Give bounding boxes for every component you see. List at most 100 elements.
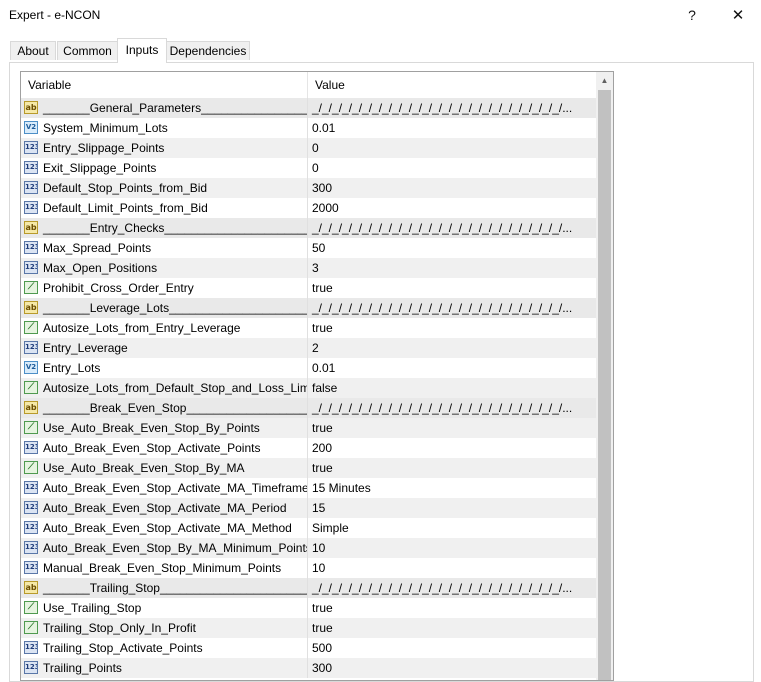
parameter-row[interactable]: 123 Max_Spread_Points 50	[21, 238, 598, 258]
bool-type-icon: ⟋	[24, 281, 38, 294]
integer-type-icon: 123	[24, 261, 38, 274]
title-bar: Expert - e-NCON ? ✕	[0, 0, 761, 31]
parameter-row[interactable]: V2 Entry_Lots 0.01	[21, 358, 598, 378]
value-cell[interactable]: 2000	[308, 198, 598, 218]
variable-cell: ⟋ Trailing_Stop_Only_In_Profit	[21, 618, 308, 638]
section-row[interactable]: ab _______Entry_Checks___________________…	[21, 218, 598, 238]
parameter-row[interactable]: 123 Manual_Break_Even_Stop_Minimum_Points…	[21, 558, 598, 578]
section-row[interactable]: ab _______General_Parameters_____________…	[21, 98, 598, 118]
parameter-row[interactable]: 123 Default_Stop_Points_from_Bid 300	[21, 178, 598, 198]
value-cell[interactable]: 15 Minutes	[308, 478, 598, 498]
value-cell[interactable]: 3	[308, 258, 598, 278]
parameter-row[interactable]: ⟋ Use_Auto_Break_Even_Stop_By_Points true	[21, 418, 598, 438]
variable-name: Auto_Break_Even_Stop_Activate_MA_Period	[43, 501, 287, 515]
section-row[interactable]: ab _______Leverage_Lots__________________…	[21, 298, 598, 318]
integer-type-icon: 123	[24, 481, 38, 494]
variable-cell: 123 Default_Stop_Points_from_Bid	[21, 178, 308, 198]
string-type-icon: ab	[24, 101, 38, 114]
value-cell[interactable]: 10	[308, 558, 598, 578]
parameter-row[interactable]: 123 Default_Limit_Points_from_Bid 2000	[21, 198, 598, 218]
string-type-icon: ab	[24, 401, 38, 414]
parameter-row[interactable]: 123 Auto_Break_Even_Stop_By_MA_Minimum_Po…	[21, 538, 598, 558]
value-cell[interactable]: _/_/_/_/_/_/_/_/_/_/_/_/_/_/_/_/_/_/_/_/…	[308, 218, 598, 238]
parameter-row[interactable]: 123 Auto_Break_Even_Stop_Activate_Points 2…	[21, 438, 598, 458]
tab-common[interactable]: Common	[57, 41, 118, 60]
parameter-row[interactable]: 123 Max_Open_Positions 3	[21, 258, 598, 278]
parameter-row[interactable]: ⟋ Use_Auto_Break_Even_Stop_By_MA true	[21, 458, 598, 478]
value-cell[interactable]: true	[308, 278, 598, 298]
value-cell[interactable]: 15	[308, 498, 598, 518]
value-cell[interactable]: 10	[308, 538, 598, 558]
variable-cell: 123 Auto_Break_Even_Stop_Activate_Points	[21, 438, 308, 458]
parameter-row[interactable]: 123 Entry_Slippage_Points 0	[21, 138, 598, 158]
value-cell[interactable]: 300	[308, 178, 598, 198]
variable-cell: ab _______Trailing_Stop__________________…	[21, 578, 308, 598]
value-cell[interactable]: 500	[308, 638, 598, 658]
parameter-row[interactable]: 123 Entry_Leverage 2	[21, 338, 598, 358]
tab-about[interactable]: About	[10, 41, 56, 60]
value-cell[interactable]: 0	[308, 158, 598, 178]
double-type-icon: V2	[24, 361, 38, 374]
value-cell[interactable]: _/_/_/_/_/_/_/_/_/_/_/_/_/_/_/_/_/_/_/_/…	[308, 398, 598, 418]
integer-type-icon: 123	[24, 201, 38, 214]
integer-type-icon: 123	[24, 241, 38, 254]
variable-cell: 123 Entry_Leverage	[21, 338, 308, 358]
value-cell[interactable]: 300	[308, 658, 598, 678]
tab-dependencies[interactable]: Dependencies	[166, 41, 250, 60]
value-cell[interactable]: true	[308, 618, 598, 638]
integer-type-icon: 123	[24, 561, 38, 574]
value-cell[interactable]: _/_/_/_/_/_/_/_/_/_/_/_/_/_/_/_/_/_/_/_/…	[308, 98, 598, 118]
help-button[interactable]: ?	[672, 0, 712, 31]
value-cell[interactable]: true	[308, 318, 598, 338]
parameter-row[interactable]: 123 Auto_Break_Even_Stop_Activate_MA_Meth…	[21, 518, 598, 538]
variable-name: System_Minimum_Lots	[43, 121, 168, 135]
parameter-row[interactable]: 123 Auto_Break_Even_Stop_Activate_MA_Time…	[21, 478, 598, 498]
section-row[interactable]: ab _______Trailing_Stop__________________…	[21, 578, 598, 598]
variable-name: Autosize_Lots_from_Entry_Leverage	[43, 321, 241, 335]
value-cell[interactable]: 2	[308, 338, 598, 358]
variable-name: _______Break_Even_Stop__________________…	[43, 401, 307, 415]
column-header-variable[interactable]: Variable	[21, 72, 308, 98]
close-button[interactable]: ✕	[718, 0, 758, 31]
scroll-up-arrow-icon[interactable]: ▲	[596, 72, 613, 89]
parameter-row[interactable]: ⟋ Use_Trailing_Stop true	[21, 598, 598, 618]
grid-header: Variable Value	[21, 72, 598, 98]
vertical-scrollbar[interactable]: ▲	[596, 72, 613, 680]
scroll-thumb[interactable]	[598, 90, 611, 680]
value-cell[interactable]: 0	[308, 138, 598, 158]
parameter-row[interactable]: ⟋ Trailing_Stop_Only_In_Profit true	[21, 618, 598, 638]
value-cell[interactable]: _/_/_/_/_/_/_/_/_/_/_/_/_/_/_/_/_/_/_/_/…	[308, 298, 598, 318]
value-cell[interactable]: 50	[308, 238, 598, 258]
value-cell[interactable]: _/_/_/_/_/_/_/_/_/_/_/_/_/_/_/_/_/_/_/_/…	[308, 578, 598, 598]
parameter-row[interactable]: ⟋ Prohibit_Cross_Order_Entry true	[21, 278, 598, 298]
bool-type-icon: ⟋	[24, 321, 38, 334]
column-header-value[interactable]: Value	[308, 72, 598, 98]
parameter-row[interactable]: 123 Exit_Slippage_Points 0	[21, 158, 598, 178]
variable-cell: ab _______Break_Even_Stop________________…	[21, 398, 308, 418]
variable-cell: ⟋ Use_Auto_Break_Even_Stop_By_Points	[21, 418, 308, 438]
parameter-row[interactable]: 123 Trailing_Stop_Activate_Points 500	[21, 638, 598, 658]
variable-name: _______Entry_Checks_____________________…	[43, 221, 307, 235]
value-cell[interactable]: true	[308, 418, 598, 438]
value-cell[interactable]: Simple	[308, 518, 598, 538]
variable-name: Default_Stop_Points_from_Bid	[43, 181, 208, 195]
parameter-row[interactable]: ⟋ Autosize_Lots_from_Entry_Leverage true	[21, 318, 598, 338]
variable-cell: ab _______General_Parameters_____________…	[21, 98, 308, 118]
parameter-row[interactable]: V2 System_Minimum_Lots 0.01	[21, 118, 598, 138]
variable-cell: 123 Exit_Slippage_Points	[21, 158, 308, 178]
value-cell[interactable]: 0.01	[308, 358, 598, 378]
parameter-row[interactable]: 123 Auto_Break_Even_Stop_Activate_MA_Peri…	[21, 498, 598, 518]
value-cell[interactable]: true	[308, 598, 598, 618]
parameter-row[interactable]: ⟋ Autosize_Lots_from_Default_Stop_and_Los…	[21, 378, 598, 398]
variable-cell: ⟋ Use_Auto_Break_Even_Stop_By_MA	[21, 458, 308, 478]
value-cell[interactable]: false	[308, 378, 598, 398]
value-cell[interactable]: true	[308, 458, 598, 478]
value-cell[interactable]: 0.01	[308, 118, 598, 138]
tab-inputs[interactable]: Inputs	[117, 38, 167, 63]
section-row[interactable]: ab _______Break_Even_Stop________________…	[21, 398, 598, 418]
value-cell[interactable]: 200	[308, 438, 598, 458]
integer-type-icon: 123	[24, 501, 38, 514]
parameter-row[interactable]: 123 Trailing_Points 300	[21, 658, 598, 678]
bool-type-icon: ⟋	[24, 461, 38, 474]
variable-name: _______Leverage_Lots____________________…	[43, 301, 308, 315]
